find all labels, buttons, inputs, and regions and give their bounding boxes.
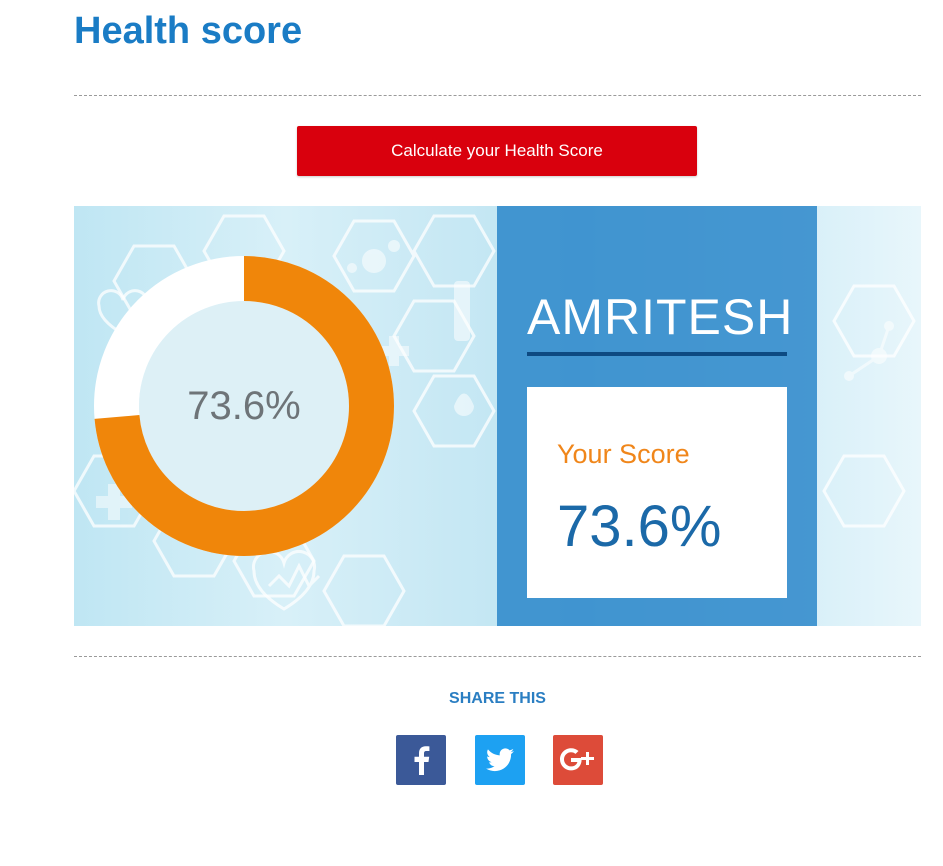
- google-plus-icon: [560, 748, 594, 771]
- score-value: 73.6%: [557, 494, 722, 559]
- share-label: SHARE THIS: [449, 690, 546, 707]
- score-caption: Your Score: [557, 439, 690, 469]
- score-panel: AMRITESH Your Score 73.6%: [497, 206, 817, 626]
- page-title: Health score: [74, 10, 303, 52]
- health-score-donut-chart: 73.6%: [94, 256, 394, 556]
- donut-percent-label: 73.6%: [187, 383, 301, 428]
- calculate-health-score-button[interactable]: Calculate your Health Score: [297, 126, 697, 176]
- top-divider: [74, 95, 921, 96]
- name-underline: [527, 352, 787, 356]
- google-plus-share-button[interactable]: [553, 735, 603, 785]
- user-name: AMRITESH: [527, 289, 794, 345]
- bottom-divider: [74, 656, 921, 657]
- facebook-share-button[interactable]: [396, 735, 446, 785]
- facebook-icon: [414, 746, 430, 775]
- score-card: Your Score 73.6%: [527, 387, 787, 598]
- twitter-icon: [486, 748, 514, 772]
- twitter-share-button[interactable]: [475, 735, 525, 785]
- score-banner: 73.6% AMRITESH Your Score 73.6%: [74, 206, 921, 626]
